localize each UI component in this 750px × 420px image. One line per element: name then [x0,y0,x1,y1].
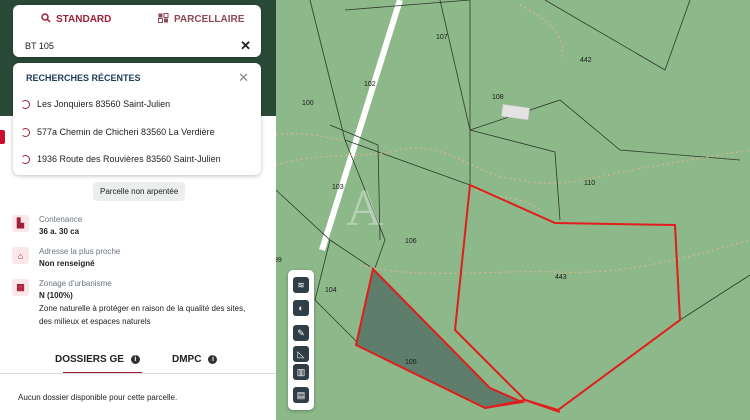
parcel-number-label: 102 [364,81,376,88]
parcel-number-label: 106 [405,238,417,245]
parcel-number-label: 100 [302,100,314,107]
search-input[interactable]: BT 105 ✕ [25,38,251,54]
trash-icon[interactable]: ▥ [293,364,309,380]
contenance-label: Contenance [39,215,83,224]
recent-item[interactable]: 577a Chemin de Chicheri 83560 La Verdièr… [21,127,215,137]
layers-icon[interactable]: ≋ [293,277,309,293]
parcel-number-label: 103 [332,184,344,191]
tab-dmpc[interactable]: DMPC i [172,354,218,365]
search-query: BT 105 [25,41,54,51]
tab-standard-label: STANDARD [56,14,112,25]
tab-dmpc-label: DMPC [172,354,202,365]
recent-item-label: Les Jonquiers 83560 Saint-Julien [37,99,171,109]
area-icon: ▙ [12,215,29,232]
tab-parcellaire[interactable]: PARCELLAIRE [158,13,244,26]
parcel-number-label: 104 [325,287,337,294]
zoning-icon: ▦ [12,279,29,296]
history-icon [21,99,30,109]
recent-item[interactable]: Les Jonquiers 83560 Saint-Julien [21,99,170,109]
parcel-grid-icon [158,13,169,26]
parcel-number-label: 443 [555,274,567,281]
info-adresse: ⌂ Adresse la plus proche Non renseigné [12,247,120,268]
globe-icon[interactable]: ◐ [293,300,309,316]
search-card: STANDARD PARCELLAIRE BT 105 ✕ [13,5,261,57]
panel-edge-marker [0,130,5,144]
parcel-number-label: 105 [405,359,417,366]
zonage-label: Zonage d'urbanisme [39,279,112,288]
ruler-icon[interactable]: ◺ [293,346,309,362]
map-icon[interactable]: ▤ [293,387,309,403]
clear-search-icon[interactable]: ✕ [240,38,251,54]
close-icon[interactable]: ✕ [238,70,249,86]
search-icon [41,13,51,26]
tabs-divider [0,373,276,374]
info-icon[interactable]: i [208,355,218,364]
zonage-description: Zone naturelle à protéger en raison de l… [39,304,246,326]
parcel-number-label: 108 [492,94,504,101]
address-pin-icon: ⌂ [12,247,29,264]
contenance-value: 36 a. 30 ca [39,227,80,236]
parcel-number-label: 107 [436,34,448,41]
empty-dossier-message: Aucun dossier disponible pour cette parc… [18,393,178,402]
adresse-value: Non renseigné [39,259,95,268]
info-zonage: ▦ Zonage d'urbanisme N (100%) Zone natur… [12,279,249,328]
info-icon[interactable]: i [130,355,140,364]
zonage-value: N (100%) [39,291,73,300]
watermark: A [346,180,384,237]
recent-item[interactable]: 1936 Route des Rouvières 83560 Saint-Jul… [21,154,221,164]
recent-item-label: 577a Chemin de Chicheri 83560 La Verdièr… [37,127,215,137]
recent-searches-title: RECHERCHES RÉCENTES [26,73,141,83]
pencil-icon[interactable]: ✎ [293,325,309,341]
parcel-number-label: 110 [584,180,595,187]
history-icon [21,154,30,164]
tab-dossiers-label: DOSSIERS GE [55,354,124,365]
history-icon [21,127,30,137]
dossier-tabs: DOSSIERS GE i DMPC i [0,350,276,374]
tab-standard[interactable]: STANDARD [41,13,111,26]
tab-dossiers-ge[interactable]: DOSSIERS GE i [55,354,140,365]
side-panel: STANDARD PARCELLAIRE BT 105 ✕ RECHERCHES… [0,0,276,420]
recent-searches-card: RECHERCHES RÉCENTES ✕ Les Jonquiers 8356… [13,63,261,175]
adresse-label: Adresse la plus proche [39,247,121,256]
status-badge: Parcelle non arpentée [93,182,186,201]
info-contenance: ▙ Contenance 36 a. 30 ca [12,215,82,236]
parcel-number-label: 442 [580,57,592,64]
tab-parcellaire-label: PARCELLAIRE [174,14,245,25]
recent-item-label: 1936 Route des Rouvières 83560 Saint-Jul… [37,154,221,164]
map-toolbar: ≋ ◐ ✎ ◺ ▥ ▤ [288,270,314,410]
